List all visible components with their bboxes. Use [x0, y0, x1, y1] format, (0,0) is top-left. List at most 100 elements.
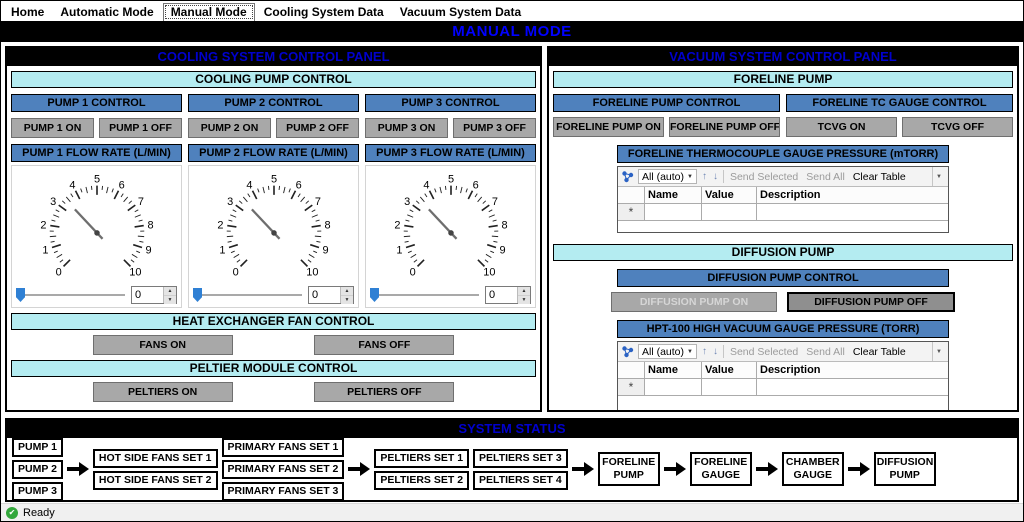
column-header-description: Description: [757, 187, 948, 203]
flow-arrow: [571, 462, 594, 476]
toolbar-overflow-icon[interactable]: ▼: [932, 342, 945, 361]
send-selected-button[interactable]: Send Selected: [728, 171, 800, 183]
diffusion-pump-section-header: DIFFUSION PUMP: [553, 244, 1013, 261]
peltiers-left-column: PELTIERS SET 1 PELTIERS SET 2: [374, 448, 470, 490]
pump3-flow-setpoint[interactable]: 0 ▲ ▼: [485, 286, 531, 304]
slider-thumb[interactable]: [16, 288, 25, 302]
send-selected-button[interactable]: Send Selected: [728, 346, 800, 358]
spinner-up-icon[interactable]: ▲: [341, 287, 353, 296]
channel-filter-dropdown[interactable]: All (auto) ▼: [638, 344, 697, 359]
pump3-on-button[interactable]: PUMP 3 ON: [365, 118, 448, 138]
cell-description[interactable]: [757, 379, 948, 395]
tab-home[interactable]: Home: [4, 4, 51, 21]
table-body: [618, 221, 948, 232]
svg-text:10: 10: [129, 266, 141, 278]
peltiers-right-column: PELTIERS SET 3 PELTIERS SET 4: [473, 448, 568, 490]
tab-automatic-mode[interactable]: Automatic Mode: [53, 4, 160, 21]
tab-vacuum-system-data[interactable]: Vacuum System Data: [393, 4, 528, 21]
pump2-flow-slider[interactable]: [193, 288, 302, 302]
channel-filter-dropdown[interactable]: All (auto) ▼: [638, 169, 697, 184]
svg-text:9: 9: [145, 245, 151, 257]
pump1-flow-gauge: 0 1 2 3 4 5 6 7 8 9 10 0 ▲ ▼: [11, 165, 182, 308]
pump1-flow-setpoint[interactable]: 0 ▲ ▼: [131, 286, 177, 304]
send-all-button[interactable]: Send All: [804, 171, 847, 183]
svg-text:10: 10: [483, 266, 495, 278]
channels-icon[interactable]: [621, 345, 634, 358]
svg-text:0: 0: [409, 266, 415, 278]
clear-table-button[interactable]: Clear Table: [851, 171, 908, 183]
channels-icon[interactable]: [621, 170, 634, 183]
cell-value[interactable]: [702, 204, 757, 220]
toolbar-overflow-icon[interactable]: ▼: [932, 167, 945, 186]
spinner-value[interactable]: 0: [309, 287, 340, 303]
foreline-pump-section-header: FORELINE PUMP: [553, 71, 1013, 88]
spinner-down-icon[interactable]: ▼: [518, 296, 530, 304]
pump2-off-button[interactable]: PUMP 2 OFF: [276, 118, 359, 138]
status-bar: ✔ Ready: [1, 503, 1023, 521]
clear-table-button[interactable]: Clear Table: [851, 346, 908, 358]
svg-text:7: 7: [314, 196, 320, 208]
tcvg-off-button[interactable]: TCVG OFF: [902, 117, 1013, 137]
spinner-up-icon[interactable]: ▲: [518, 287, 530, 296]
peltiers-off-button[interactable]: PELTIERS OFF: [314, 382, 455, 402]
tcvg-on-button[interactable]: TCVG ON: [786, 117, 897, 137]
cell-value[interactable]: [702, 379, 757, 395]
spinner-down-icon[interactable]: ▼: [341, 296, 353, 304]
tab-cooling-system-data[interactable]: Cooling System Data: [257, 4, 391, 21]
move-down-icon[interactable]: ↓: [712, 346, 719, 357]
vacuum-system-panel: VACUUM SYSTEM CONTROL PANEL FORELINE PUM…: [547, 46, 1019, 412]
spinner-up-icon[interactable]: ▲: [164, 287, 176, 296]
hot-side-fans-column: HOT SIDE FANS SET 1 HOT SIDE FANS SET 2: [92, 448, 218, 490]
send-all-button[interactable]: Send All: [804, 346, 847, 358]
slider-thumb[interactable]: [370, 288, 379, 302]
diffusion-pump-on-button[interactable]: DIFFUSION PUMP ON: [611, 292, 777, 312]
status-primary-fans-3: PRIMARY FANS SET 3: [221, 481, 345, 501]
svg-text:0: 0: [232, 266, 238, 278]
row-selector-header: [618, 362, 645, 378]
foreline-pump-on-button[interactable]: FORELINE PUMP ON: [553, 117, 664, 137]
tab-manual-mode[interactable]: Manual Mode: [162, 3, 255, 21]
foreline-controls-row: FORELINE PUMP CONTROL FORELINE PUMP ON F…: [553, 94, 1013, 137]
status-pump3: PUMP 3: [12, 481, 63, 501]
slider-track: [370, 294, 479, 296]
svg-text:3: 3: [227, 196, 233, 208]
new-row-marker[interactable]: *: [618, 379, 645, 395]
move-up-icon[interactable]: ↑: [701, 346, 708, 357]
new-row-marker[interactable]: *: [618, 204, 645, 220]
pump2-on-button[interactable]: PUMP 2 ON: [188, 118, 271, 138]
cell-name[interactable]: [645, 379, 702, 395]
foreline-pump-off-button[interactable]: FORELINE PUMP OFF: [669, 117, 780, 137]
fans-off-button[interactable]: FANS OFF: [314, 335, 455, 355]
spinner-value[interactable]: 0: [132, 287, 163, 303]
diffusion-pump-control-header: DIFFUSION PUMP CONTROL: [617, 269, 949, 287]
flow-arrow: [66, 462, 89, 476]
flow-gauge-row: 0 1 2 3 4 5 6 7 8 9 10 0 ▲ ▼ 0 1 2 3 4 5…: [11, 165, 536, 308]
status-hot-side-fans-2: HOT SIDE FANS SET 2: [92, 470, 218, 490]
cooling-system-panel: COOLING SYSTEM CONTROL PANEL COOLING PUM…: [5, 46, 542, 412]
pump3-off-button[interactable]: PUMP 3 OFF: [453, 118, 536, 138]
move-up-icon[interactable]: ↑: [701, 171, 708, 182]
pump2-flow-setpoint[interactable]: 0 ▲ ▼: [308, 286, 354, 304]
app-window: Home Automatic Mode Manual Mode Cooling …: [0, 0, 1024, 522]
system-status-flow: PUMP 1 PUMP 2 PUMP 3 HOT SIDE FANS SET 1…: [7, 437, 1017, 501]
status-peltiers-1: PELTIERS SET 1: [374, 448, 470, 468]
diffusion-buttons-row: DIFFUSION PUMP ON DIFFUSION PUMP OFF: [611, 292, 955, 312]
slider-thumb[interactable]: [193, 288, 202, 302]
status-pump2: PUMP 2: [12, 459, 63, 479]
svg-text:3: 3: [404, 196, 410, 208]
peltiers-on-button[interactable]: PELTIERS ON: [92, 382, 233, 402]
pump1-flow-slider[interactable]: [16, 288, 125, 302]
cell-description[interactable]: [757, 204, 948, 220]
spinner-down-icon[interactable]: ▼: [164, 296, 176, 304]
pump1-off-button[interactable]: PUMP 1 OFF: [99, 118, 182, 138]
pump1-on-button[interactable]: PUMP 1 ON: [11, 118, 94, 138]
diffusion-pump-off-button[interactable]: DIFFUSION PUMP OFF: [787, 292, 955, 312]
pump3-flow-slider[interactable]: [370, 288, 479, 302]
primary-fans-column: PRIMARY FANS SET 1 PRIMARY FANS SET 2 PR…: [221, 437, 345, 501]
table-header-row: Name Value Description: [618, 362, 948, 379]
move-down-icon[interactable]: ↓: [712, 171, 719, 182]
fans-on-button[interactable]: FANS ON: [92, 335, 233, 355]
status-hot-side-fans-1: HOT SIDE FANS SET 1: [92, 448, 218, 468]
spinner-value[interactable]: 0: [486, 287, 517, 303]
cell-name[interactable]: [645, 204, 702, 220]
